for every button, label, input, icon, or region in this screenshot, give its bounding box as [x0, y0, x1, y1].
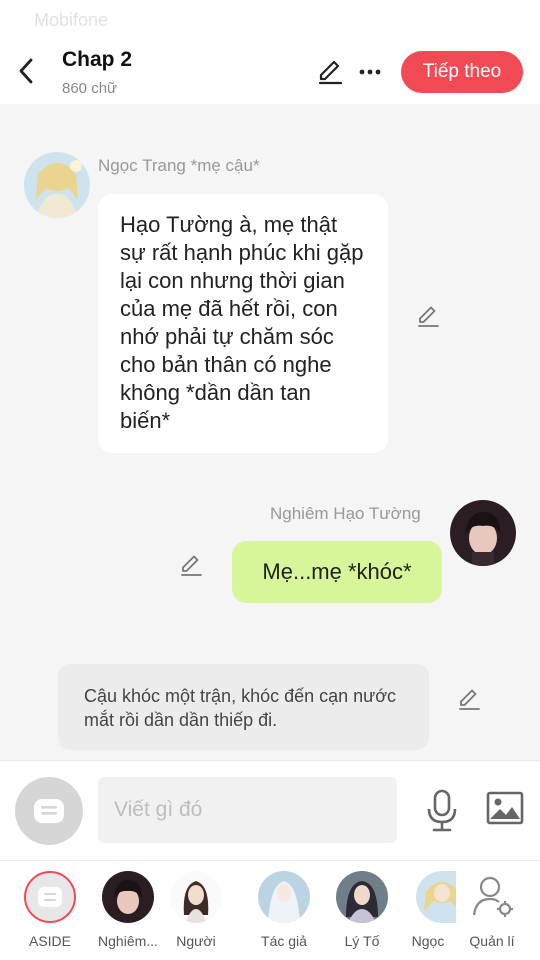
chapter-title: Chap 2	[62, 48, 133, 71]
message-input[interactable]	[98, 777, 397, 843]
edit-message-button[interactable]	[178, 552, 204, 578]
aside-toggle-button[interactable]	[15, 777, 83, 845]
carrier-name: Mobifone	[34, 10, 109, 30]
message-bubble-own[interactable]: Mẹ...mẹ *khóc*	[232, 541, 442, 603]
character-portrait-icon	[24, 152, 90, 218]
character-portrait-icon	[170, 871, 222, 923]
back-button[interactable]	[12, 56, 40, 86]
status-bar: Mobifone	[0, 0, 540, 40]
manage-icon-wrap	[466, 871, 518, 923]
speaker-name: Ngọc Trang *mẹ cậu*	[98, 156, 260, 175]
chevron-left-icon	[19, 58, 33, 84]
character-ly-to[interactable]: Lý Tố	[327, 871, 397, 957]
character-avatar	[416, 871, 456, 923]
character-manage[interactable]: Quản lí	[457, 871, 527, 957]
more-options-button[interactable]	[358, 58, 382, 86]
image-icon	[486, 791, 524, 825]
character-label: Ngọc	[411, 933, 445, 949]
image-button[interactable]	[486, 791, 526, 827]
character-bar: ASIDE Nghiêm... Người Tác giả Lý Tố Ngọc	[0, 860, 540, 960]
character-portrait-icon	[102, 871, 154, 923]
message-bubble[interactable]: Hạo Tường à, mẹ thật sự rất hạnh phúc kh…	[98, 194, 388, 453]
character-portrait-icon	[450, 500, 516, 566]
speaker-name: Nghiêm Hạo Tường	[270, 504, 421, 523]
word-count: 860 chữ	[62, 80, 118, 97]
edit-message-button[interactable]	[415, 303, 441, 329]
character-tac-gia[interactable]: Tác giả	[249, 871, 319, 957]
character-label: Nghiêm...	[98, 933, 158, 949]
character-nghiem[interactable]: Nghiêm...	[93, 871, 163, 957]
character-portrait-icon	[416, 871, 456, 923]
message-box-icon	[38, 887, 62, 907]
pencil-icon	[318, 60, 343, 85]
character-label: Tác giả	[261, 933, 307, 949]
character-avatar	[336, 871, 388, 923]
next-chapter-button[interactable]: Tiếp theo	[401, 51, 523, 93]
pencil-icon	[418, 306, 439, 327]
message-box-icon	[34, 799, 64, 823]
edit-narration-button[interactable]	[456, 686, 482, 712]
character-avatar	[102, 871, 154, 923]
avatar-ngoc-trang[interactable]	[24, 152, 90, 218]
microphone-icon	[427, 789, 457, 832]
character-label: ASIDE	[28, 933, 71, 949]
pencil-icon	[459, 689, 480, 710]
character-ngoc[interactable]: Ngọc	[400, 871, 456, 957]
aside-avatar	[24, 871, 76, 923]
header: Chap 2 860 chữ Tiếp theo	[0, 40, 540, 104]
character-aside[interactable]: ASIDE	[15, 871, 85, 957]
avatar-nghiem-hao-tuong[interactable]	[450, 500, 516, 566]
character-label: Lý Tố	[344, 933, 380, 949]
character-label: Quản lí	[469, 933, 515, 949]
voice-button[interactable]	[424, 789, 460, 833]
composer-bar	[0, 760, 540, 860]
character-label: Người	[176, 933, 216, 949]
narration-block[interactable]: Cậu khóc một trận, khóc đến cạn nước mắt…	[58, 664, 429, 750]
character-portrait-icon	[336, 871, 388, 923]
pencil-icon	[181, 555, 202, 576]
chat-area[interactable]: Ngọc Trang *mẹ cậu* Hạo Tường à, mẹ thật…	[0, 104, 540, 760]
character-avatar	[258, 871, 310, 923]
character-avatar	[170, 871, 222, 923]
edit-chapter-button[interactable]	[316, 58, 344, 86]
more-dots-icon	[359, 69, 381, 75]
user-settings-icon	[472, 876, 513, 917]
character-nguoi[interactable]: Người	[161, 871, 231, 957]
character-portrait-icon	[258, 871, 310, 923]
